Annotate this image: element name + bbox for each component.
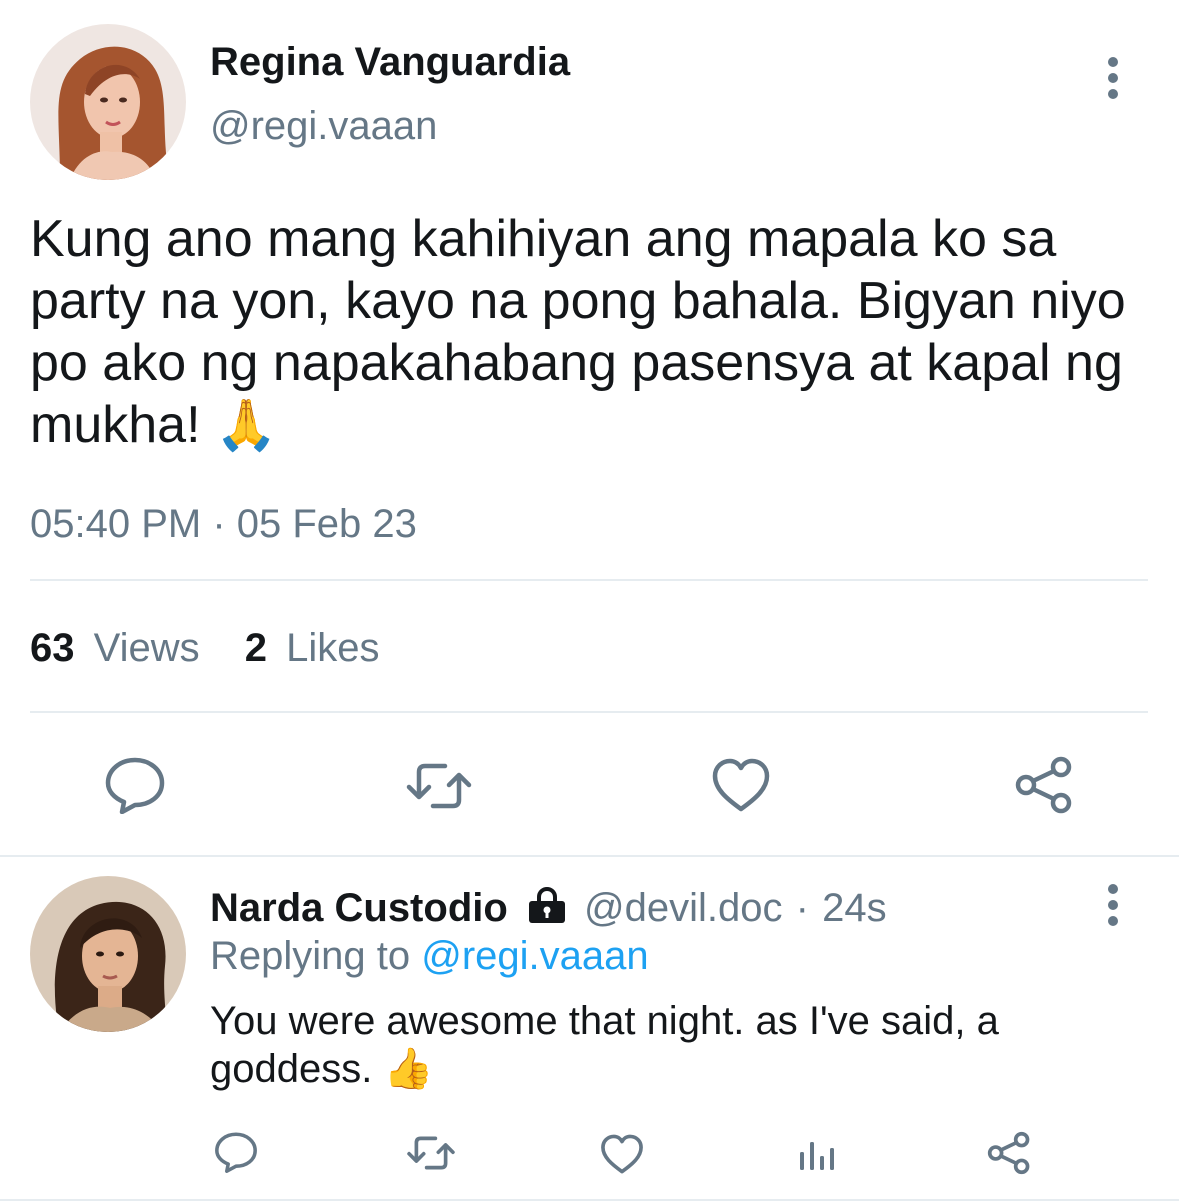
reply-time[interactable]: 24s	[822, 886, 887, 930]
like-icon[interactable]	[711, 757, 771, 813]
replying-to-handle-link[interactable]: @regi.vaaan	[421, 934, 648, 978]
tweet-stats: 63 Views 2 Likes	[30, 624, 380, 672]
reply-author-handle[interactable]: @devil.doc	[584, 886, 782, 930]
tweet-text-line: mukha! 🙏	[30, 394, 1170, 456]
likes-label: Likes	[286, 626, 380, 670]
share-icon[interactable]	[986, 1131, 1032, 1175]
share-icon[interactable]	[1013, 756, 1075, 814]
views-stat[interactable]: 63 Views	[30, 626, 211, 670]
reply-text: You were awesome that night. as I've sai…	[210, 997, 999, 1093]
thumbs-up-emoji: 👍	[383, 1047, 434, 1091]
reply-more-options-icon[interactable]	[1108, 884, 1120, 932]
bottom-divider	[0, 1199, 1179, 1201]
like-icon[interactable]	[600, 1133, 644, 1175]
replying-to: Replying to @regi.vaaan	[210, 932, 649, 980]
author-name[interactable]: Regina Vanguardia	[210, 38, 570, 86]
reply-header: Narda Custodio @devil.doc · 24s	[210, 884, 887, 934]
pray-emoji: 🙏	[214, 397, 278, 453]
reply-icon[interactable]	[104, 756, 166, 814]
divider	[30, 579, 1148, 581]
retweet-icon[interactable]	[405, 760, 473, 812]
lock-icon	[527, 886, 567, 934]
likes-stat[interactable]: 2 Likes	[245, 626, 380, 670]
replying-to-label: Replying to	[210, 934, 411, 978]
reply-text-last: goddess.	[210, 1047, 384, 1091]
views-count: 63	[30, 626, 75, 670]
likes-count: 2	[244, 626, 267, 670]
reply-text-line: You were awesome that night. as I've sai…	[210, 999, 999, 1043]
tweet-text-line: Kung ano mang kahihiyan ang mapala ko sa	[30, 210, 1057, 268]
analytics-icon[interactable]	[798, 1134, 836, 1172]
tweet-timestamp[interactable]: 05:40 PM · 05 Feb 23	[30, 500, 417, 548]
more-options-icon[interactable]	[1108, 57, 1120, 105]
tweet-text-last: mukha!	[30, 396, 215, 454]
views-label: Views	[93, 626, 200, 670]
tweet-text: Kung ano mang kahihiyan ang mapala ko sa…	[30, 208, 1170, 456]
tweet-separator	[0, 855, 1179, 857]
time-separator: ·	[795, 886, 809, 930]
reply-author-name[interactable]: Narda Custodio	[210, 886, 508, 930]
reply-text-line: goddess. 👍	[210, 1045, 999, 1093]
retweet-icon[interactable]	[406, 1134, 456, 1172]
tweet-text-line: party na yon, kayo na pong bahala. Bigya…	[30, 272, 1126, 330]
author-handle[interactable]: @regi.vaaan	[210, 102, 437, 150]
reply-icon[interactable]	[214, 1131, 258, 1173]
divider	[30, 711, 1148, 713]
reply-author-avatar[interactable]	[30, 876, 186, 1032]
author-avatar[interactable]	[30, 24, 186, 180]
tweet-text-line: po ako ng napakahabang pasensya at kapal…	[30, 334, 1123, 392]
